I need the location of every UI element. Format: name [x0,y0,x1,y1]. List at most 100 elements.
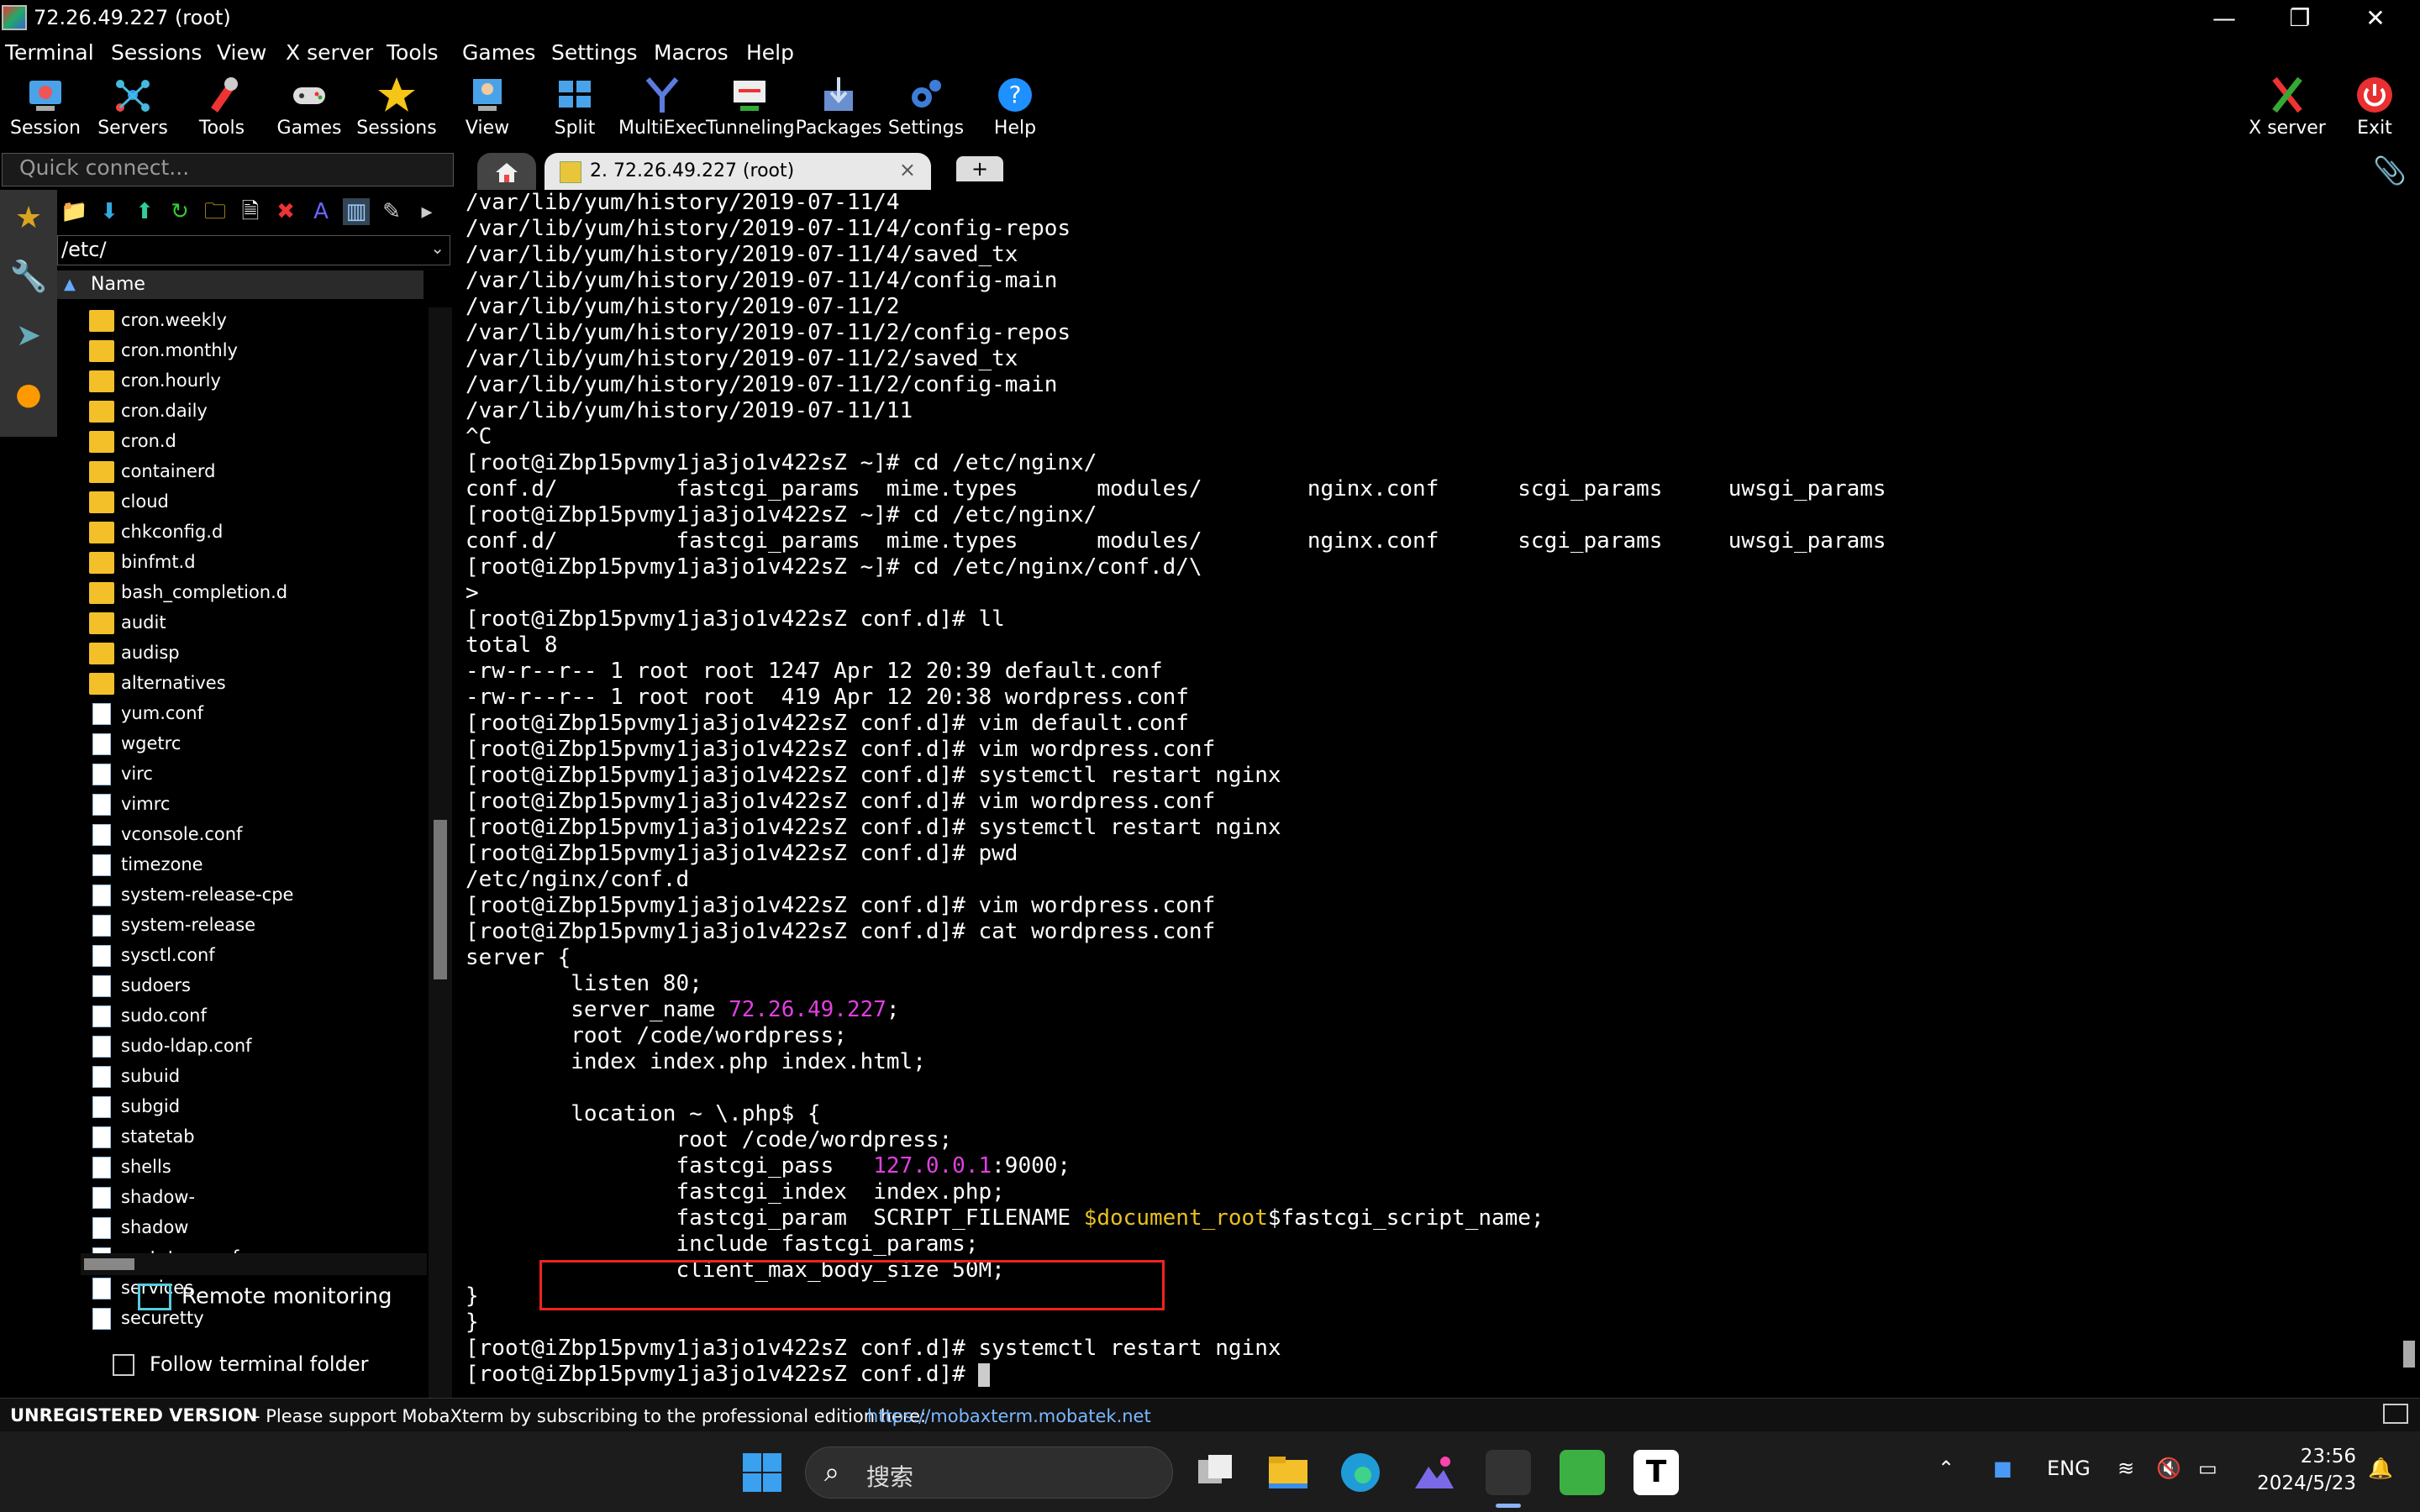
mobatek-link[interactable]: https://mobaxterm.mobatek.net [867,1406,1151,1426]
delete-icon[interactable]: ✖ [272,198,299,225]
file-list-item[interactable]: vconsole.conf [89,822,424,849]
mobaxterm-taskbar-icon[interactable] [1486,1450,1531,1495]
sftp-side-icon[interactable]: ➤ [7,314,50,358]
language-indicator[interactable]: ENG [2047,1457,2091,1480]
file-list-item[interactable]: cron.hourly [89,368,424,396]
menu-macros[interactable]: Macros [654,40,729,65]
file-list-item[interactable]: vimrc [89,791,424,819]
scrollbar-thumb[interactable] [2403,1341,2415,1368]
wifi-icon[interactable]: ≋ [2118,1457,2134,1480]
split-button[interactable]: Split [531,69,618,146]
view-button[interactable]: View [444,69,531,146]
tunneling-button[interactable]: Tunneling [706,69,795,146]
file-list-item[interactable]: audisp [89,640,424,668]
tools-button[interactable]: Tools [178,69,266,146]
file-list-item[interactable]: statetab [89,1124,424,1152]
servers-button[interactable]: Servers [89,69,176,146]
file-list-item[interactable]: containerd [89,459,424,486]
file-list-item[interactable]: audit [89,610,424,638]
file-list-item[interactable]: sudoers [89,973,424,1000]
menu-settings[interactable]: Settings [551,40,638,65]
upload-icon[interactable]: ⬆ [131,198,158,225]
file-list-item[interactable]: chkconfig.d [89,519,424,547]
new-tab-button[interactable]: + [956,156,1003,181]
battery-icon[interactable]: ▭ [2198,1457,2217,1480]
new-file-icon[interactable]: 🗎 [237,198,264,225]
file-list-item[interactable]: cron.monthly [89,338,424,365]
checkbox-icon[interactable] [113,1354,134,1376]
download-icon[interactable]: ⬇ [96,198,123,225]
session-button[interactable]: Session [2,69,89,146]
x-server-button[interactable]: X server [2244,69,2331,146]
system-clock[interactable]: 23:56 2024/5/23 [2255,1443,2356,1497]
scrollbar-thumb[interactable] [84,1258,134,1270]
typora-icon[interactable]: T [1634,1450,1679,1495]
file-list-item[interactable]: alternatives [89,670,424,698]
file-list-item[interactable]: sysctl.conf [89,942,424,970]
photos-icon[interactable] [1412,1450,1457,1495]
chevron-up-icon[interactable]: ⌃ [1938,1457,1954,1480]
fullscreen-icon[interactable] [2383,1404,2408,1424]
packages-button[interactable]: Packages [795,69,882,146]
chevron-down-icon[interactable]: ⌄ [430,238,445,258]
tab-session[interactable]: 2. 72.26.49.227 (root) × [544,153,931,190]
favorites-star-icon[interactable]: ★ [7,197,50,240]
sftp-path-input[interactable]: /etc/ ⌄ [57,235,450,265]
file-list-item[interactable]: cron.daily [89,398,424,426]
games-button[interactable]: Games [266,69,353,146]
terminal-small-icon[interactable]: ▸ [413,198,440,225]
task-view-icon[interactable] [1193,1450,1239,1495]
home-tab[interactable] [477,153,536,190]
close-button[interactable]: ✕ [2338,0,2413,37]
tray-app-icon[interactable]: ■ [1993,1457,2012,1480]
quick-connect-input[interactable]: Quick connect... [2,153,454,186]
menu-x-server[interactable]: X server [286,40,373,65]
notification-bell-icon[interactable]: 🔔 [2368,1457,2393,1480]
file-list-item[interactable]: sudo.conf [89,1003,424,1031]
file-list-item[interactable]: shadow- [89,1184,424,1212]
file-list-item[interactable]: binfmt.d [89,549,424,577]
file-list-horizontal-scrollbar[interactable] [81,1253,427,1275]
menu-tools[interactable]: Tools [387,40,439,65]
menu-help[interactable]: Help [746,40,794,65]
file-list-item[interactable]: sudo-ldap.conf [89,1033,424,1061]
scrollbar-thumb[interactable] [434,820,447,979]
terminal-output[interactable]: /var/lib/yum/history/2019-07-11/4/var/li… [460,190,2393,1398]
name-column-header[interactable]: ▲ Name [57,270,424,299]
file-list-item[interactable]: system-release-cpe [89,882,424,910]
android-app-icon[interactable] [1560,1450,1605,1495]
restore-button[interactable]: ❐ [2262,0,2338,37]
file-list-item[interactable]: shells [89,1154,424,1182]
file-list-item[interactable]: cron.d [89,428,424,456]
paperclip-icon[interactable]: 📎 [2373,155,2407,186]
windows-start-icon[interactable] [739,1450,785,1495]
help-button[interactable]: ? Help [971,69,1059,146]
menu-games[interactable]: Games [462,40,535,65]
file-list-item[interactable]: virc [89,761,424,789]
tab-close-icon[interactable]: × [899,158,916,181]
new-folder-icon[interactable]: 🗀 [202,198,229,225]
rename-icon[interactable]: A [308,198,334,225]
multiexec-button[interactable]: MultiExec [618,69,708,146]
sessions-button[interactable]: Sessions [353,69,440,146]
view-mode-icon[interactable]: ▥ [343,198,370,225]
tools-side-icon[interactable]: 🔧 [7,255,50,299]
volume-muted-icon[interactable]: 🔇 [2156,1457,2181,1480]
edge-browser-icon[interactable] [1338,1450,1383,1495]
file-list-item[interactable]: bash_completion.d [89,580,424,607]
menu-terminal[interactable]: Terminal [5,40,94,65]
file-list-item[interactable]: timezone [89,852,424,879]
menu-sessions[interactable]: Sessions [111,40,202,65]
taskbar-search[interactable]: ⌕ 搜索 [805,1446,1173,1499]
file-list-item[interactable]: cloud [89,489,424,517]
file-list-item[interactable]: subgid [89,1094,424,1121]
file-list-item[interactable]: wgetrc [89,731,424,759]
remote-monitoring-button[interactable]: Remote monitoring [138,1284,392,1310]
file-list-item[interactable]: subuid [89,1063,424,1091]
menu-view[interactable]: View [217,40,266,65]
folder-up-icon[interactable]: 📁 [60,198,87,225]
file-list-item[interactable]: cron.weekly [89,307,424,335]
refresh-icon[interactable]: ↻ [166,198,193,225]
terminal-scrollbar[interactable] [2400,190,2418,1398]
minimize-button[interactable]: — [2186,0,2262,37]
